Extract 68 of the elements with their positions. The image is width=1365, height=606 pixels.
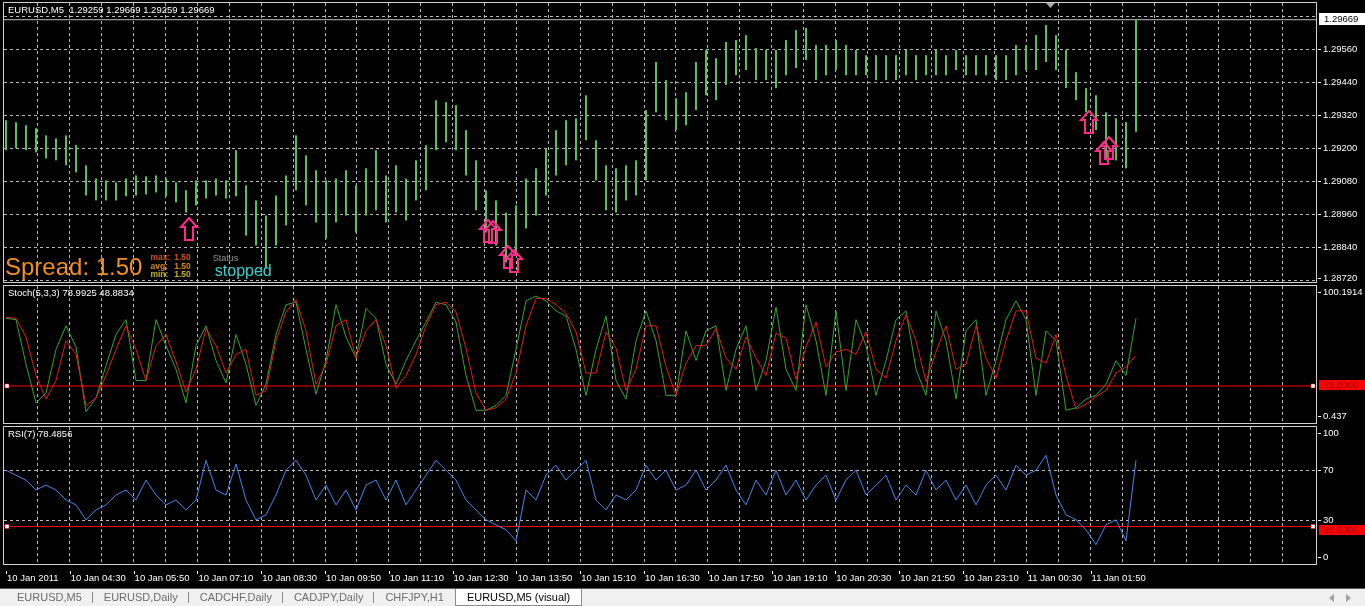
chart-title: Stoch(5,3,3) 78.9925 48.8834 xyxy=(8,287,134,299)
status-value: stopped xyxy=(214,263,272,279)
square-handle-icon[interactable] xyxy=(4,383,10,389)
spread-stat-label: avg: xyxy=(150,261,169,270)
current-price-label: 1.29669 xyxy=(1319,13,1365,26)
time-axis-label: 10 Jan 11:10 xyxy=(388,571,444,584)
axis-label: 30 xyxy=(1318,514,1334,525)
axis-label: 0.437 xyxy=(1318,411,1347,421)
time-axis-label: 10 Jan 05:50 xyxy=(133,571,190,584)
level-label: 25.0000 xyxy=(1319,380,1365,391)
level-label: 25.0000 xyxy=(1319,524,1365,535)
axis-label: 1.29080 xyxy=(1318,175,1358,186)
time-axis-label: 10 Jan 19:10 xyxy=(771,571,828,584)
square-handle-icon[interactable] xyxy=(1310,524,1316,529)
axis-label: 1.29200 xyxy=(1318,143,1358,153)
time-axis-label: 10 Jan 15:10 xyxy=(580,571,637,584)
status-label: Status xyxy=(212,253,239,263)
axis-label: 70 xyxy=(1318,465,1334,476)
chart-tab[interactable]: CHFJPY,H1 xyxy=(374,589,455,606)
chart-title: EURUSD,M5 1.29259 1.29669 1.29259 1.29669 xyxy=(8,4,215,16)
time-axis-label: 10 Jan 2011 xyxy=(6,571,59,584)
chart-tab[interactable]: CADCHF,Daily xyxy=(188,589,283,606)
time-axis-label: 10 Jan 13:50 xyxy=(516,571,573,584)
chart-title: RSI(7) 78.4856 xyxy=(8,428,73,440)
caret-left-icon xyxy=(1329,593,1334,602)
time-axis-label: 11 Jan 01:50 xyxy=(1090,571,1146,584)
spread-stat-value: 1.50 xyxy=(174,261,191,270)
axis-label: 100.1914 xyxy=(1318,287,1363,297)
axis-label: 100 xyxy=(1318,428,1339,438)
chart-tab[interactable]: EURUSD,M5 (visual) xyxy=(454,589,583,606)
time-axis-label: 11 Jan 00:30 xyxy=(1026,571,1082,584)
axis-label: 1.28960 xyxy=(1318,208,1358,219)
axis-label: 1.28840 xyxy=(1318,241,1358,252)
square-handle-icon[interactable] xyxy=(1310,383,1316,389)
up-arrow-icon xyxy=(477,218,499,243)
time-axis-label: 10 Jan 09:50 xyxy=(325,571,381,584)
time-axis-label: 10 Jan 08:30 xyxy=(261,571,318,584)
spread-stat-value: 1.50 xyxy=(174,270,191,279)
axis-label: 1.29320 xyxy=(1318,110,1358,121)
time-axis-label: 10 Jan 23:10 xyxy=(962,571,1019,584)
spread-stat-label: min: xyxy=(150,270,170,279)
time-axis-label: 10 Jan 07:10 xyxy=(197,571,254,584)
spread-stat-value: 1.50 xyxy=(174,253,191,262)
up-arrow-icon xyxy=(1098,135,1120,160)
axis-label: 1.28720 xyxy=(1318,273,1358,283)
up-arrow-icon xyxy=(178,216,200,241)
time-axis-label: 10 Jan 16:30 xyxy=(643,571,700,584)
up-arrow-icon xyxy=(497,244,519,269)
axis-label: 1.29560 xyxy=(1318,44,1358,55)
chart-tab[interactable]: CADJPY,Daily xyxy=(282,589,375,606)
up-arrow-icon xyxy=(1093,140,1115,165)
up-arrow-icon xyxy=(482,219,504,244)
square-handle-icon[interactable] xyxy=(4,524,10,529)
time-axis-label: 10 Jan 21:50 xyxy=(899,571,956,584)
chart-tab[interactable]: EURUSD,Daily xyxy=(92,589,189,606)
axis-label: 1.29440 xyxy=(1318,77,1358,88)
spread-readout: Spread: 1.50 xyxy=(5,255,143,279)
up-arrow-icon xyxy=(503,248,525,273)
time-axis-label: 10 Jan 12:30 xyxy=(452,571,509,584)
time-axis-label: 10 Jan 20:30 xyxy=(835,571,892,584)
time-axis-label: 10 Jan 17:50 xyxy=(707,571,764,584)
up-arrow-icon xyxy=(1078,109,1100,134)
time-axis-label: 10 Jan 04:30 xyxy=(69,571,126,584)
triangle-marker-icon[interactable] xyxy=(1046,3,1055,8)
axis-label: 0 xyxy=(1318,552,1329,562)
spread-stat-label: max: xyxy=(150,253,171,262)
caret-right-icon xyxy=(1346,593,1351,602)
chart-tab[interactable]: EURUSD,M5 xyxy=(6,589,93,606)
